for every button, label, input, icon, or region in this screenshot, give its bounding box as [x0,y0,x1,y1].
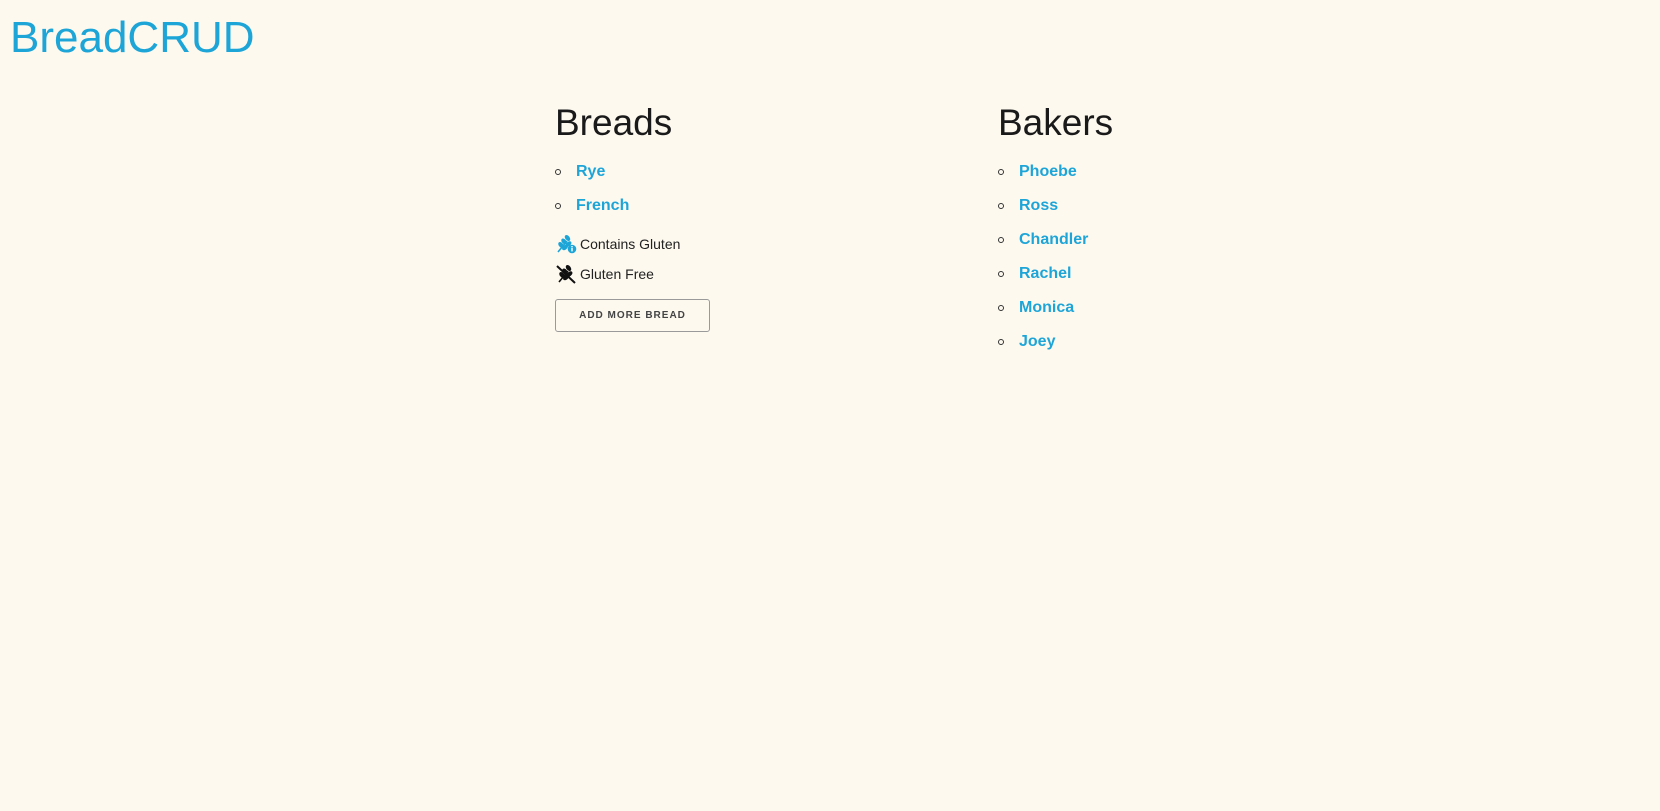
list-item: Rye [555,161,955,195]
bakers-list: Phoebe Ross Chandler Rachel Monica Joey [998,161,1398,365]
breads-list: Rye French [555,161,955,229]
bread-link-rye[interactable]: Rye [576,163,605,180]
baker-link-ross[interactable]: Ross [1019,197,1058,214]
list-item: Joey [998,331,1398,365]
gluten-legend: Contains Gluten Gluten Free [555,229,955,289]
baker-link-monica[interactable]: Monica [1019,299,1074,316]
baker-link-joey[interactable]: Joey [1019,333,1055,350]
legend-gluten-free: Gluten Free [555,259,955,289]
gluten-free-icon [555,263,577,285]
baker-link-rachel[interactable]: Rachel [1019,265,1071,282]
legend-contains-gluten: Contains Gluten [555,229,955,259]
site-title-link[interactable]: BreadCRUD [10,16,255,60]
gluten-icon [555,233,577,255]
baker-link-chandler[interactable]: Chandler [1019,231,1088,248]
baker-link-phoebe[interactable]: Phoebe [1019,163,1077,180]
bread-link-french[interactable]: French [576,197,629,214]
legend-label: Gluten Free [580,266,654,282]
add-more-bread-button[interactable]: Add More Bread [555,299,710,332]
list-item: Monica [998,297,1398,331]
bakers-heading: Bakers [998,102,1114,143]
list-item: French [555,195,955,229]
breads-heading: Breads [555,102,673,143]
legend-label: Contains Gluten [580,236,681,252]
breads-section: Breads Rye French Contains Gluten Gluten… [555,104,955,332]
list-item: Ross [998,195,1398,229]
list-item: Chandler [998,229,1398,263]
bakers-section: Bakers Phoebe Ross Chandler Rachel Monic… [998,104,1398,365]
list-item: Phoebe [998,161,1398,195]
list-item: Rachel [998,263,1398,297]
